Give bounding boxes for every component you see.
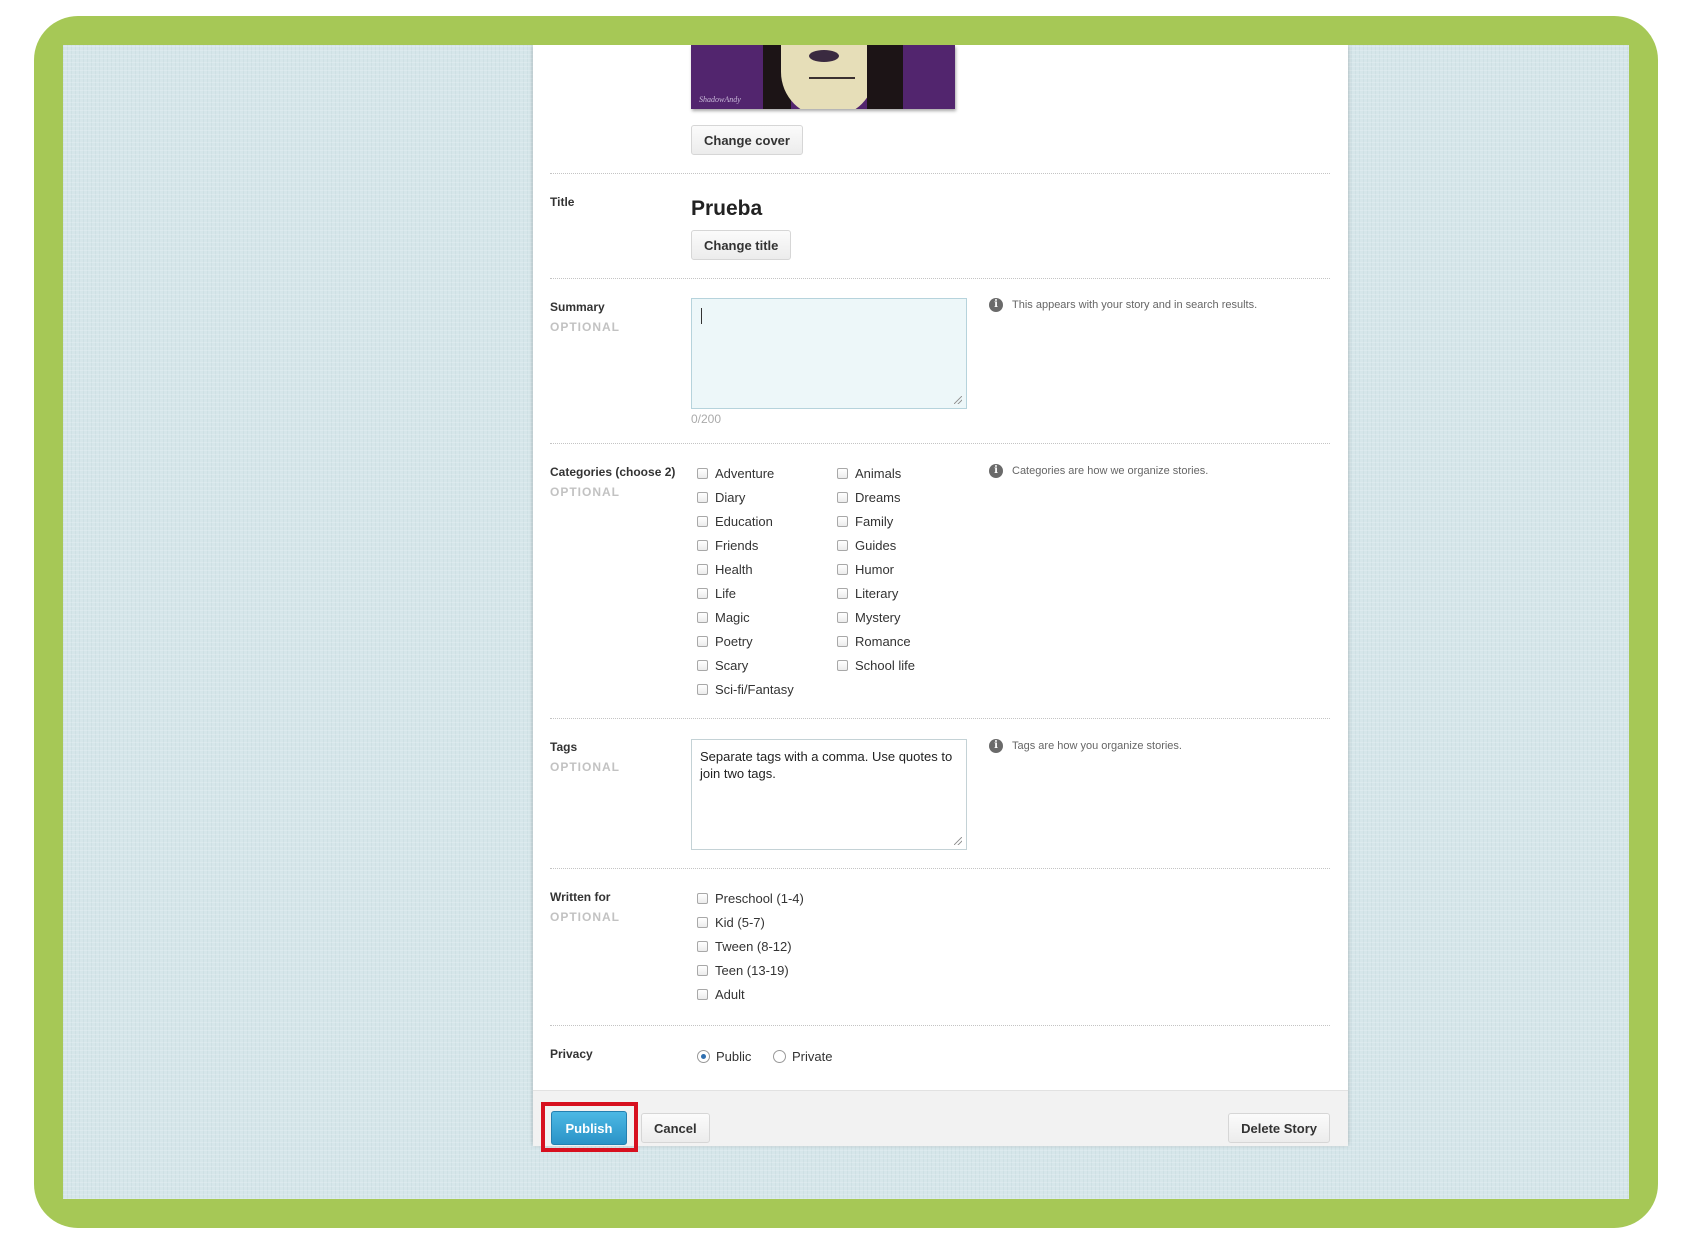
summary-input[interactable] (691, 298, 967, 409)
tags-label: Tags (550, 740, 578, 754)
checkbox[interactable] (697, 635, 708, 647)
checkbox[interactable] (697, 988, 708, 1000)
audience-checkbox[interactable]: Teen (13-19) (697, 961, 789, 979)
summary-info: i This appears with your story and in se… (989, 298, 1257, 312)
checkbox[interactable] (697, 587, 708, 599)
checkbox[interactable] (697, 563, 708, 575)
category-checkbox[interactable]: Education (697, 512, 773, 530)
tags-optional-label: OPTIONAL (550, 760, 620, 774)
page-background: ShadowAndy Change cover Title Prueba Cha… (63, 45, 1629, 1199)
categories-label: Categories (choose 2) (550, 465, 676, 479)
tags-placeholder: Separate tags with a comma. Use quotes t… (700, 749, 953, 781)
category-checkbox[interactable]: Sci-fi/Fantasy (697, 680, 794, 698)
info-icon: i (989, 298, 1003, 312)
category-checkbox[interactable]: Mystery (837, 608, 901, 626)
checkbox[interactable] (697, 916, 708, 928)
category-checkbox[interactable]: Literary (837, 584, 898, 602)
checkbox[interactable] (837, 635, 848, 647)
category-checkbox[interactable]: Family (837, 512, 893, 530)
category-checkbox[interactable]: Friends (697, 536, 758, 554)
cover-image: ShadowAndy (691, 45, 955, 109)
category-checkbox[interactable]: Dreams (837, 488, 901, 506)
privacy-label: Privacy (550, 1047, 593, 1061)
written-for-label: Written for (550, 890, 611, 904)
cover-art-hair-right (867, 45, 903, 109)
text-caret (701, 308, 702, 324)
title-label: Title (550, 195, 575, 209)
divider (550, 1025, 1330, 1026)
cover-signature: ShadowAndy (699, 95, 741, 104)
divider (550, 278, 1330, 279)
category-checkbox[interactable]: Health (697, 560, 753, 578)
divider (550, 868, 1330, 869)
change-cover-button[interactable]: Change cover (691, 125, 803, 155)
categories-info: i Categories are how we organize stories… (989, 464, 1208, 478)
summary-info-text: This appears with your story and in sear… (1012, 299, 1258, 311)
resize-grip-icon[interactable] (954, 837, 962, 845)
checkbox[interactable] (837, 563, 848, 575)
cover-art-eye (809, 50, 839, 62)
audience-checkbox[interactable]: Preschool (1-4) (697, 889, 804, 907)
checkbox[interactable] (697, 940, 708, 952)
categories-info-text: Categories are how we organize stories. (1012, 465, 1209, 477)
tags-input[interactable]: Separate tags with a comma. Use quotes t… (691, 739, 967, 850)
category-checkbox[interactable]: Diary (697, 488, 745, 506)
checkbox[interactable] (837, 467, 848, 479)
category-checkbox[interactable]: Adventure (697, 464, 774, 482)
radio-button[interactable] (773, 1049, 786, 1063)
checkbox[interactable] (697, 683, 708, 695)
categories-optional-label: OPTIONAL (550, 485, 620, 499)
info-icon: i (989, 464, 1003, 478)
summary-char-counter: 0/200 (691, 412, 722, 426)
delete-story-button[interactable]: Delete Story (1228, 1113, 1330, 1143)
action-footer: Publish Cancel Delete Story (533, 1090, 1348, 1152)
story-title: Prueba (691, 197, 763, 220)
summary-label: Summary (550, 300, 605, 314)
checkbox[interactable] (697, 467, 708, 479)
checkbox[interactable] (837, 539, 848, 551)
checkbox[interactable] (837, 515, 848, 527)
checkbox[interactable] (697, 892, 708, 904)
category-checkbox[interactable]: Romance (837, 632, 911, 650)
info-icon: i (989, 739, 1003, 753)
category-checkbox[interactable]: School life (837, 656, 915, 674)
category-checkbox[interactable]: Animals (837, 464, 901, 482)
summary-optional-label: OPTIONAL (550, 320, 620, 334)
audience-checkbox[interactable]: Tween (8-12) (697, 937, 792, 955)
category-checkbox[interactable]: Magic (697, 608, 750, 626)
checkbox[interactable] (697, 515, 708, 527)
checkbox[interactable] (697, 539, 708, 551)
cancel-button[interactable]: Cancel (641, 1113, 710, 1143)
tags-info: i Tags are how you organize stories. (989, 739, 1182, 753)
checkbox[interactable] (837, 611, 848, 623)
radio-button[interactable] (697, 1049, 710, 1063)
category-checkbox[interactable]: Guides (837, 536, 896, 554)
cover-art-stitch (809, 77, 855, 79)
change-title-button[interactable]: Change title (691, 230, 792, 260)
category-checkbox[interactable]: Poetry (697, 632, 753, 650)
resize-grip-icon[interactable] (954, 396, 962, 404)
category-checkbox[interactable]: Life (697, 584, 736, 602)
publish-button[interactable]: Publish (551, 1111, 627, 1145)
written-for-optional-label: OPTIONAL (550, 910, 620, 924)
checkbox[interactable] (697, 964, 708, 976)
divider (550, 443, 1330, 444)
story-settings-panel: ShadowAndy Change cover Title Prueba Cha… (533, 45, 1348, 1152)
divider (550, 173, 1330, 174)
audience-checkbox[interactable]: Kid (5-7) (697, 913, 765, 931)
privacy-radio-private[interactable]: Private (773, 1047, 832, 1065)
checkbox[interactable] (837, 659, 848, 671)
category-checkbox[interactable]: Humor (837, 560, 894, 578)
checkbox[interactable] (697, 611, 708, 623)
category-checkbox[interactable]: Scary (697, 656, 748, 674)
tags-info-text: Tags are how you organize stories. (1012, 740, 1182, 752)
checkbox[interactable] (837, 587, 848, 599)
privacy-radio-public[interactable]: Public (697, 1047, 751, 1065)
checkbox[interactable] (697, 659, 708, 671)
checkbox[interactable] (697, 491, 708, 503)
checkbox[interactable] (837, 491, 848, 503)
audience-checkbox[interactable]: Adult (697, 985, 745, 1003)
divider (550, 718, 1330, 719)
